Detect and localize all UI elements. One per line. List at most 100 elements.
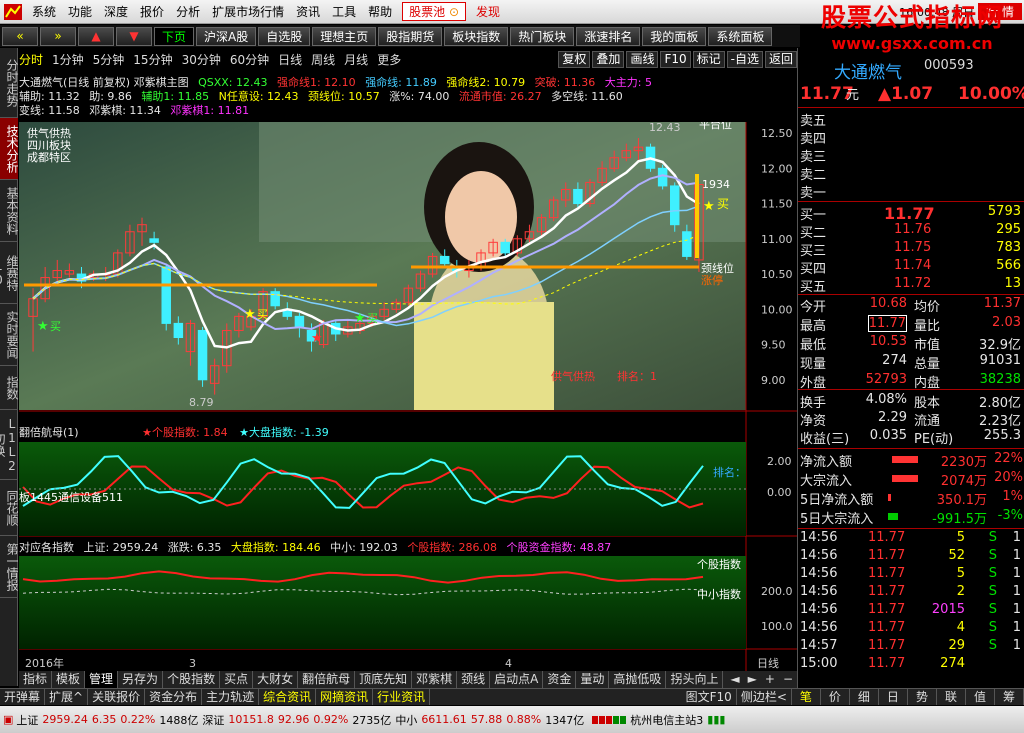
tab-general-news[interactable]: 综合资讯: [259, 689, 317, 705]
period-1m[interactable]: 1分钟: [52, 51, 84, 67]
tab-high-low[interactable]: 高抛低吸: [609, 671, 667, 688]
period-daily[interactable]: 日线: [278, 51, 302, 67]
tab-save-as[interactable]: 另存为: [118, 671, 164, 688]
app-logo-icon[interactable]: [2, 2, 24, 22]
up-button[interactable]: ▲: [78, 26, 114, 46]
menu-quote[interactable]: 报价: [134, 3, 170, 20]
side-tab-ri[interactable]: 日: [879, 689, 908, 705]
tab-main-track[interactable]: 主力轨迹: [202, 689, 260, 705]
side-tab-bi[interactable]: 笔: [792, 689, 821, 705]
ideal-home-button[interactable]: 理想主页: [312, 26, 377, 46]
tab-realtime-news[interactable]: 实时要闻: [0, 304, 19, 366]
period-30m[interactable]: 30分钟: [182, 51, 221, 67]
tick-count: 1: [1012, 566, 1021, 581]
tab-related-quote[interactable]: 关联报价: [88, 689, 146, 705]
rise-speed-rank-button[interactable]: 涨速排名: [576, 26, 641, 46]
quote-row: 净资 2.29 流通 2.23亿: [798, 410, 1024, 429]
menu-depth[interactable]: 深度: [98, 3, 134, 20]
side-tab-chou[interactable]: 筹: [995, 689, 1024, 705]
menu-analysis[interactable]: 分析: [170, 3, 206, 20]
shsz-a-button[interactable]: 沪深A股: [196, 26, 257, 46]
tabs-remove-icon[interactable]: −: [779, 671, 797, 688]
menu-tools[interactable]: 工具: [326, 3, 362, 20]
tab-first-intel[interactable]: 第一情报: [0, 536, 19, 598]
side-tab-zhi[interactable]: 值: [966, 689, 995, 705]
tab-intraday[interactable]: 分时走势: [0, 48, 19, 118]
adjust-button[interactable]: 复权: [558, 51, 591, 68]
draw-line-button[interactable]: 画线: [626, 51, 659, 68]
menu-extended-market[interactable]: 扩展市场行情: [206, 3, 290, 20]
panel2-market-index: 大盘指数: -1.39: [249, 426, 329, 439]
stat-value: 52793: [865, 372, 907, 387]
tab-danmaku[interactable]: 开弹幕: [0, 689, 46, 705]
tab-fundamentals[interactable]: 基本资料: [0, 180, 19, 242]
tab-index[interactable]: 指数: [0, 366, 19, 410]
tab-extend[interactable]: 扩展^: [45, 689, 89, 705]
menu-help[interactable]: 帮助: [362, 3, 398, 20]
tabs-add-icon[interactable]: +: [761, 671, 779, 688]
rewind-button[interactable]: «: [2, 26, 38, 46]
period-weekly[interactable]: 周线: [311, 51, 335, 67]
overlay-button[interactable]: 叠加: [592, 51, 625, 68]
remove-watchlist-button[interactable]: -自选: [726, 51, 763, 68]
server-name[interactable]: 杭州电信主站3: [630, 712, 703, 728]
tab-template[interactable]: 模板: [52, 671, 86, 688]
ind-aux: 辅助: 11.32: [19, 90, 80, 103]
tab-l1l2-switch[interactable]: L1L2切换: [0, 410, 19, 480]
tab-fanbei[interactable]: 翻倍航母: [298, 671, 356, 688]
watchlist-button[interactable]: 自选股: [258, 26, 311, 46]
period-60m[interactable]: 60分钟: [230, 51, 269, 67]
tab-top-bottom[interactable]: 顶底先知: [355, 671, 413, 688]
side-tab-xi[interactable]: 细: [850, 689, 879, 705]
fast-forward-button[interactable]: »: [40, 26, 76, 46]
next-page-button[interactable]: 下页: [154, 26, 195, 46]
sidebar-toggle-button[interactable]: 侧边栏<: [737, 689, 792, 705]
menu-function[interactable]: 功能: [62, 3, 98, 20]
period-intraday[interactable]: 分时: [19, 51, 43, 67]
mark-button[interactable]: 标记: [692, 51, 725, 68]
tab-weisaite[interactable]: 维赛特10: [0, 242, 19, 304]
tab-funds[interactable]: 资金: [543, 671, 577, 688]
f10-button[interactable]: F10: [660, 51, 691, 68]
sector-index-button[interactable]: 板块指数: [444, 26, 509, 46]
period-5m[interactable]: 5分钟: [93, 51, 125, 67]
side-tab-lian[interactable]: 联: [937, 689, 966, 705]
status-menu-icon[interactable]: ▣: [3, 713, 13, 726]
ind-float-cap: 流通市值: 26.27: [458, 90, 542, 103]
tab-volume[interactable]: 量动: [576, 671, 610, 688]
tab-dzq[interactable]: 邓紫棋: [412, 671, 458, 688]
main-chart-svg[interactable]: 供气供热 四川板块 成都特区 8.79 12.43 平台位 1934 买 颈线位…: [19, 122, 797, 722]
side-tab-shi[interactable]: 势: [908, 689, 937, 705]
tab-tonghuashun[interactable]: 同花顺: [0, 480, 19, 536]
tab-dacainv[interactable]: 大财女: [253, 671, 299, 688]
tab-turn-up[interactable]: 拐头向上: [666, 671, 724, 688]
index-futures-button[interactable]: 股指期货: [378, 26, 443, 46]
period-monthly[interactable]: 月线: [344, 51, 368, 67]
tabs-scroll-right-icon[interactable]: ►: [744, 671, 761, 688]
my-panel-button[interactable]: 我的面板: [642, 26, 707, 46]
discover-button[interactable]: 发现: [470, 3, 506, 20]
tab-buy-point[interactable]: 买点: [220, 671, 254, 688]
tab-neckline[interactable]: 颈线: [457, 671, 491, 688]
signal-icon: ▮▮▮: [707, 713, 726, 726]
tab-indicator[interactable]: 指标: [19, 671, 53, 688]
stock-pool-button[interactable]: 股票池 ⊙: [402, 2, 467, 21]
menu-news[interactable]: 资讯: [290, 3, 326, 20]
hot-sectors-button[interactable]: 热门板块: [510, 26, 575, 46]
tab-start-point[interactable]: 启动点A: [490, 671, 544, 688]
tabs-scroll-left-icon[interactable]: ◄: [726, 671, 743, 688]
period-15m[interactable]: 15分钟: [133, 51, 172, 67]
back-button[interactable]: 返回: [764, 51, 797, 68]
side-tab-jia[interactable]: 价: [821, 689, 850, 705]
system-panel-button[interactable]: 系统面板: [708, 26, 773, 46]
period-more[interactable]: 更多: [377, 51, 401, 67]
menu-system[interactable]: 系统: [26, 3, 62, 20]
tab-web-news[interactable]: 网摘资讯: [316, 689, 374, 705]
tab-industry-news[interactable]: 行业资讯: [373, 689, 431, 705]
tab-technical-analysis[interactable]: 技术分析: [0, 118, 19, 180]
down-button[interactable]: ▼: [116, 26, 152, 46]
tab-stock-index[interactable]: 个股指数: [163, 671, 221, 688]
tab-manage[interactable]: 管理: [85, 671, 119, 688]
f10-graphic-button[interactable]: 图文F10: [682, 689, 737, 705]
tab-fund-distribution[interactable]: 资金分布: [145, 689, 203, 705]
